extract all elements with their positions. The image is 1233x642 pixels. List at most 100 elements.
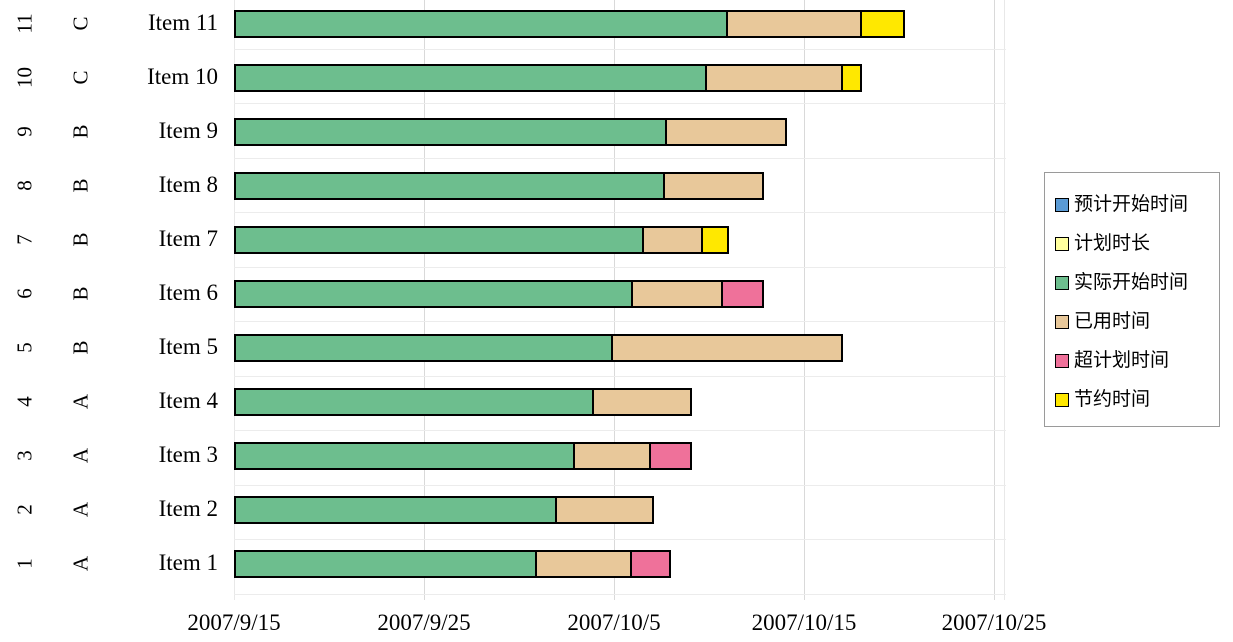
row-item-label: Item 5 (158, 334, 218, 359)
gantt-bar-segment[interactable] (234, 388, 594, 416)
gantt-bar-segment[interactable] (701, 226, 729, 254)
row-group-label: A (68, 501, 93, 518)
gantt-bar[interactable] (234, 10, 905, 38)
gantt-bar-segment[interactable] (234, 442, 575, 470)
x-axis-tick-label: 2007/9/25 (377, 610, 471, 635)
gantt-bar-segment[interactable] (555, 496, 654, 524)
x-axis-tick-label: 2007/10/25 (941, 610, 1047, 635)
row-item-label: Item 6 (158, 280, 218, 305)
gantt-bar[interactable] (234, 226, 729, 254)
row-group-label: B (68, 340, 93, 355)
horizontal-gridline (234, 321, 1006, 322)
gantt-bar-segment[interactable] (234, 172, 665, 200)
gantt-bar-segment[interactable] (631, 280, 723, 308)
legend-label: 预计开始时间 (1074, 193, 1189, 215)
legend-label: 节约时间 (1074, 388, 1151, 410)
gantt-bar-segment[interactable] (234, 496, 557, 524)
row-index-label: 2 (12, 504, 37, 515)
gantt-bar[interactable] (234, 388, 692, 416)
horizontal-gridline (234, 103, 1006, 104)
legend-label: 计划时长 (1074, 232, 1151, 254)
row-index-label: 3 (12, 450, 37, 461)
legend-swatch-icon (1055, 353, 1069, 368)
row-index-label: 7 (12, 234, 37, 245)
gantt-bar-segment[interactable] (705, 64, 843, 92)
vertical-gridline (1004, 0, 1005, 600)
gantt-bar-segment[interactable] (234, 280, 633, 308)
gantt-bar-segment[interactable] (592, 388, 692, 416)
row-group-label: C (68, 70, 93, 85)
x-axis-tick-label: 2007/10/15 (751, 610, 857, 635)
gantt-bar-segment[interactable] (860, 10, 905, 38)
gantt-bar-segment[interactable] (649, 442, 692, 470)
row-group-label: C (68, 16, 93, 31)
horizontal-gridline (234, 212, 1006, 213)
row-item-label: Item 2 (158, 496, 218, 521)
row-item-label: Item 7 (158, 226, 218, 251)
gantt-bar-segment[interactable] (234, 10, 728, 38)
horizontal-gridline (234, 539, 1006, 540)
row-index-label: 11 (12, 13, 37, 34)
row-item-label: Item 1 (158, 550, 218, 575)
gantt-bar-segment[interactable] (642, 226, 703, 254)
gantt-chart: 11 C Item 11 10 C Item 10 9 B Item 9 8 B Item 8 7 B It… (0, 0, 1233, 642)
row-index-label: 1 (12, 558, 37, 569)
gantt-bar-segment[interactable] (611, 334, 843, 362)
chart-legend: 预计开始时间 计划时长实际开始时间 已用时间超计划时间节约时间 (1044, 172, 1220, 427)
legend-item[interactable]: 已用时间 (1055, 302, 1211, 341)
plot-area (234, 0, 1006, 600)
gantt-bar[interactable] (234, 280, 764, 308)
gantt-bar[interactable] (234, 550, 671, 578)
gantt-bar[interactable] (234, 334, 843, 362)
horizontal-gridline (234, 158, 1006, 159)
gantt-bar-segment[interactable] (535, 550, 632, 578)
horizontal-gridline (234, 430, 1006, 431)
legend-item[interactable]: 超计划时间 (1055, 341, 1211, 380)
gantt-bar-segment[interactable] (663, 172, 764, 200)
gantt-bar-segment[interactable] (234, 334, 613, 362)
row-group-label: B (68, 178, 93, 193)
legend-swatch-icon (1055, 275, 1069, 290)
gantt-bar-segment[interactable] (726, 10, 862, 38)
gantt-bar-segment[interactable] (721, 280, 764, 308)
vertical-gridline (994, 0, 995, 600)
row-group-label: A (68, 447, 93, 464)
horizontal-gridline (234, 49, 1006, 50)
legend-swatch-icon (1055, 236, 1069, 251)
legend-label: 已用时间 (1074, 310, 1151, 332)
row-index-label: 8 (12, 180, 37, 191)
gantt-bar-segment[interactable] (630, 550, 671, 578)
row-group-label: B (68, 286, 93, 301)
gantt-bar-segment[interactable] (234, 118, 667, 146)
gantt-bar-segment[interactable] (234, 64, 707, 92)
x-axis-tick-label: 2007/9/15 (187, 610, 281, 635)
row-index-label: 9 (12, 126, 37, 137)
gantt-bar[interactable] (234, 172, 764, 200)
legend-item[interactable]: 预计开始时间 (1055, 185, 1211, 224)
gantt-bar[interactable] (234, 442, 692, 470)
horizontal-gridline (234, 267, 1006, 268)
legend-item[interactable]: 实际开始时间 (1055, 263, 1211, 302)
legend-item[interactable]: 节约时间 (1055, 380, 1211, 419)
gantt-bar-segment[interactable] (665, 118, 787, 146)
row-item-label: Item 8 (158, 172, 218, 197)
gantt-bar[interactable] (234, 64, 862, 92)
row-item-label: Item 11 (147, 10, 218, 35)
legend-swatch-icon (1055, 197, 1069, 212)
legend-swatch-icon (1055, 392, 1069, 407)
legend-label: 实际开始时间 (1074, 271, 1189, 293)
gantt-bar[interactable] (234, 118, 787, 146)
row-item-label: Item 10 (147, 64, 218, 89)
legend-swatch-icon (1055, 314, 1069, 329)
row-item-label: Item 4 (158, 388, 218, 413)
row-index-label: 10 (12, 67, 37, 88)
row-index-label: 4 (12, 396, 37, 407)
row-item-label: Item 9 (158, 118, 218, 143)
gantt-bar-segment[interactable] (573, 442, 651, 470)
legend-item[interactable]: 计划时长 (1055, 224, 1211, 263)
horizontal-gridline (234, 594, 1006, 595)
gantt-bar-segment[interactable] (234, 550, 537, 578)
gantt-bar-segment[interactable] (234, 226, 644, 254)
gantt-bar-segment[interactable] (841, 64, 862, 92)
gantt-bar[interactable] (234, 496, 654, 524)
